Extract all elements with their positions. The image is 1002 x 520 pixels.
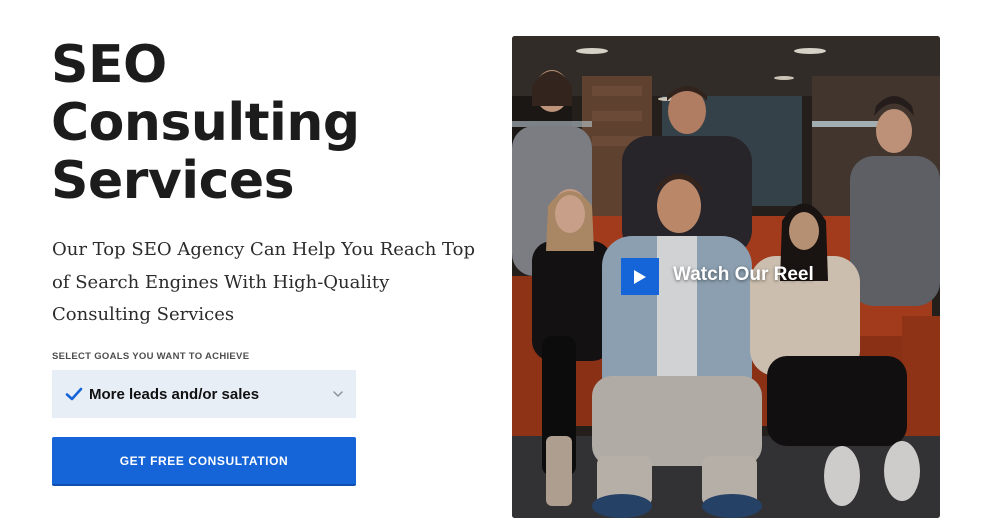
hero-title-line-1: SEO [51, 35, 167, 95]
hero-title: SEO Consulting Services [51, 36, 471, 210]
goals-selected-value: More leads and/or sales [89, 385, 260, 403]
hero-title-line-3: Services [51, 151, 295, 211]
goals-label: SELECT GOALS YOU WANT TO ACHIEVE [52, 351, 250, 362]
hero-subtitle: Our Top SEO Agency Can Help You Reach To… [52, 239, 475, 325]
chevron-down-icon[interactable] [332, 388, 344, 400]
video-reel[interactable]: Watch Our Reel [512, 36, 940, 518]
get-free-consultation-button[interactable]: GET FREE CONSULTATION [52, 437, 356, 486]
play-button[interactable] [621, 258, 659, 295]
play-icon [634, 269, 646, 284]
watch-reel-link[interactable]: Watch Our Reel [673, 264, 814, 286]
hero-title-line-2: Consulting [51, 93, 360, 153]
checkmark-icon [65, 387, 83, 401]
goals-select[interactable]: More leads and/or sales [52, 370, 356, 418]
